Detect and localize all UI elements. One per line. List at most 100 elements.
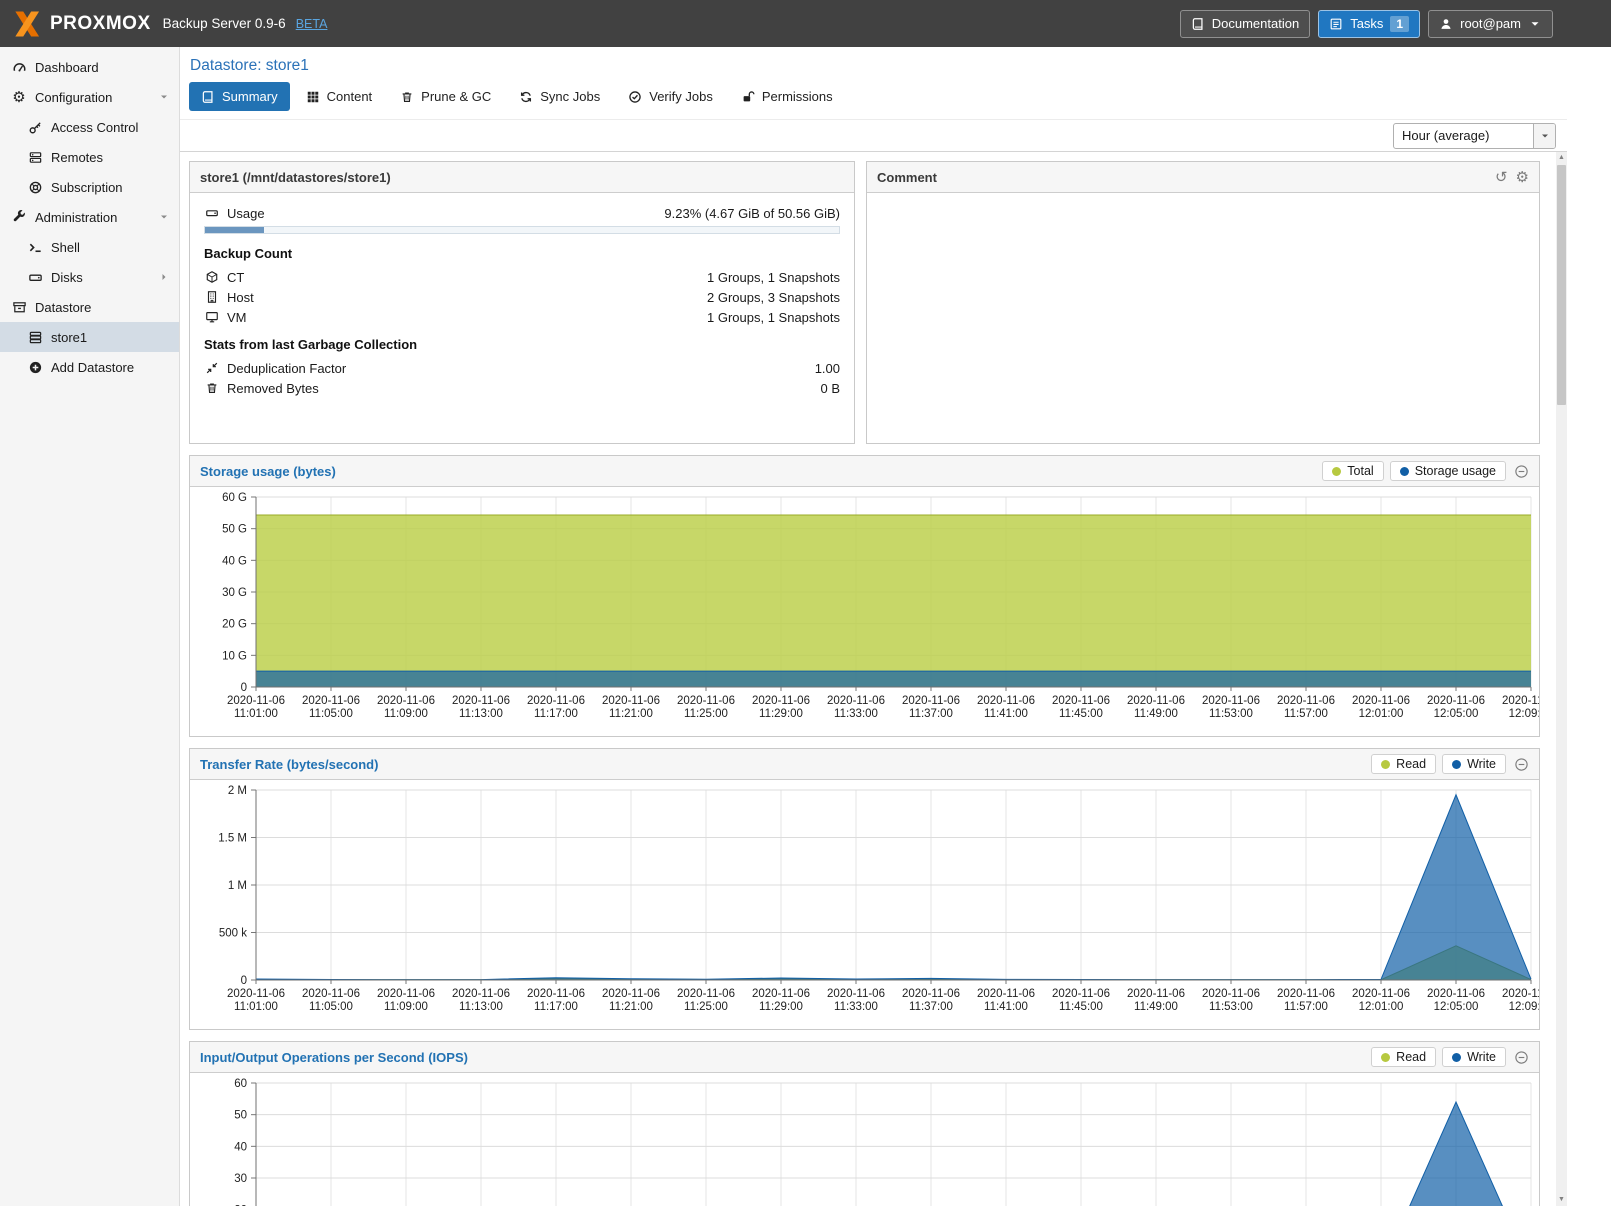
- tab-label: Prune & GC: [421, 89, 491, 104]
- svg-text:2020-11-06: 2020-11-06: [1352, 695, 1410, 707]
- transfer-rate-chart: 0500 k1 M1.5 M2 M2020-11-0611:01:002020-…: [190, 780, 1539, 1029]
- scroll-down-arrow-icon[interactable]: ▼: [1556, 1194, 1567, 1206]
- sidebar-item-datastore[interactable]: Datastore: [0, 292, 179, 322]
- trash-icon: [400, 90, 414, 104]
- cube-icon: [204, 270, 220, 284]
- timeframe-select[interactable]: Hour (average): [1393, 123, 1556, 149]
- tab-verify-jobs[interactable]: Verify Jobs: [616, 82, 725, 111]
- collapse-icon[interactable]: [1514, 1050, 1529, 1065]
- vertical-scrollbar[interactable]: ▲ ▼: [1556, 152, 1567, 1206]
- svg-text:2020-11-06: 2020-11-06: [527, 988, 585, 1000]
- scroll-up-arrow-icon[interactable]: ▲: [1556, 152, 1567, 164]
- svg-text:2020-11-06: 2020-11-06: [227, 988, 285, 1000]
- caret-right-icon: [158, 271, 170, 283]
- database-icon: [27, 330, 43, 345]
- beta-link[interactable]: BETA: [296, 17, 328, 31]
- svg-text:2020-11-06: 2020-11-06: [227, 695, 285, 707]
- grid-icon: [306, 90, 320, 104]
- comment-panel: Comment ↺ ⚙: [866, 161, 1540, 444]
- svg-text:0: 0: [241, 975, 247, 987]
- hdd-icon: [27, 270, 43, 285]
- sidebar-item-label: Subscription: [51, 180, 123, 195]
- svg-text:1.5 M: 1.5 M: [218, 833, 247, 845]
- tab-label: Summary: [222, 89, 278, 104]
- svg-text:2020-11-06: 2020-11-06: [602, 988, 660, 1000]
- sidebar-item-label: Add Datastore: [51, 360, 134, 375]
- plus-circle-icon: [27, 360, 43, 375]
- tab-content[interactable]: Content: [294, 82, 385, 111]
- tab-label: Permissions: [762, 89, 833, 104]
- svg-text:500 k: 500 k: [219, 928, 247, 940]
- combo-caret-icon: [1533, 124, 1555, 148]
- scrollbar-thumb[interactable]: [1557, 165, 1566, 405]
- chart-title: Input/Output Operations per Second (IOPS…: [200, 1050, 468, 1065]
- svg-text:11:13:00: 11:13:00: [459, 1001, 503, 1013]
- sidebar-item-add-datastore[interactable]: Add Datastore: [0, 352, 179, 382]
- sidebar-item-store1[interactable]: store1: [0, 322, 179, 352]
- svg-text:30: 30: [234, 1173, 247, 1185]
- legend-read[interactable]: Read: [1371, 1047, 1436, 1067]
- sidebar-item-access-control[interactable]: Access Control: [0, 112, 179, 142]
- tab-sync-jobs[interactable]: Sync Jobs: [507, 82, 612, 111]
- legend-read[interactable]: Read: [1371, 754, 1436, 774]
- svg-text:2020-11-06: 2020-11-06: [1427, 988, 1485, 1000]
- tab-permissions[interactable]: Permissions: [729, 82, 845, 111]
- sidebar-item-shell[interactable]: Shell: [0, 232, 179, 262]
- legend-dot: [1381, 760, 1390, 769]
- trash-icon: [204, 381, 220, 395]
- transfer-rate-chart-panel: Transfer Rate (bytes/second) ReadWrite 0…: [189, 748, 1540, 1030]
- svg-text:2020-11-06: 2020-11-06: [602, 695, 660, 707]
- chart-title: Storage usage (bytes): [200, 464, 336, 479]
- iops-chart-panel: Input/Output Operations per Second (IOPS…: [189, 1041, 1540, 1206]
- svg-text:2020-11-06: 2020-11-06: [1502, 988, 1539, 1000]
- svg-text:2020-11-06: 2020-11-06: [1052, 695, 1110, 707]
- svg-text:11:05:00: 11:05:00: [309, 1001, 353, 1013]
- collapse-icon[interactable]: [1514, 464, 1529, 479]
- svg-text:11:57:00: 11:57:00: [1284, 1001, 1328, 1013]
- caret-down-icon: [158, 91, 170, 103]
- svg-text:2020-11-06: 2020-11-06: [1427, 695, 1485, 707]
- user-menu-button[interactable]: root@pam: [1428, 10, 1553, 38]
- revert-icon[interactable]: ↺: [1495, 170, 1508, 185]
- svg-text:2020-11-06: 2020-11-06: [752, 695, 810, 707]
- svg-text:2020-11-06: 2020-11-06: [977, 988, 1035, 1000]
- tab-label: Content: [327, 89, 373, 104]
- content-area: store1 (/mnt/datastores/store1) Usage 9.…: [180, 152, 1567, 1206]
- sidebar-item-configuration[interactable]: ⚙Configuration: [0, 82, 179, 112]
- topbar-actions: Documentation Tasks 1 root@pam: [1180, 10, 1553, 38]
- tasks-button[interactable]: Tasks 1: [1318, 10, 1420, 38]
- gauge-icon: [11, 60, 27, 75]
- usage-row: Usage 9.23% (4.67 GiB of 50.56 GiB): [204, 203, 840, 223]
- tab-summary[interactable]: Summary: [189, 82, 290, 111]
- legend-write[interactable]: Write: [1442, 1047, 1506, 1067]
- sidebar-item-label: Configuration: [35, 90, 112, 105]
- svg-text:2020-11-06: 2020-11-06: [452, 988, 510, 1000]
- tab-label: Verify Jobs: [649, 89, 713, 104]
- svg-text:11:21:00: 11:21:00: [609, 708, 653, 720]
- svg-text:2020-11-06: 2020-11-06: [827, 695, 885, 707]
- svg-text:11:57:00: 11:57:00: [1284, 708, 1328, 720]
- sidebar-item-subscription[interactable]: Subscription: [0, 172, 179, 202]
- storage-usage-chart-panel: Storage usage (bytes) Total Storage usage…: [189, 455, 1540, 737]
- svg-text:11:49:00: 11:49:00: [1134, 1001, 1178, 1013]
- sidebar-item-disks[interactable]: Disks: [0, 262, 179, 292]
- legend-write[interactable]: Write: [1442, 754, 1506, 774]
- sync-icon: [519, 90, 533, 104]
- sidebar-item-remotes[interactable]: Remotes: [0, 142, 179, 172]
- sidebar-item-label: Disks: [51, 270, 83, 285]
- gc-stats-heading: Stats from last Garbage Collection: [204, 337, 840, 352]
- legend-storage-usage[interactable]: Storage usage: [1390, 461, 1506, 481]
- wrench-icon: [11, 210, 27, 225]
- gear-icon[interactable]: ⚙: [1516, 170, 1529, 185]
- svg-text:2020-11-06: 2020-11-06: [527, 695, 585, 707]
- legend-total[interactable]: Total: [1322, 461, 1383, 481]
- svg-text:11:37:00: 11:37:00: [909, 1001, 953, 1013]
- sidebar-item-administration[interactable]: Administration: [0, 202, 179, 232]
- svg-text:2020-11-06: 2020-11-06: [302, 988, 360, 1000]
- sidebar-item-dashboard[interactable]: Dashboard: [0, 52, 179, 82]
- tab-prune-gc[interactable]: Prune & GC: [388, 82, 503, 111]
- collapse-icon[interactable]: [1514, 757, 1529, 772]
- svg-text:10 G: 10 G: [222, 650, 247, 662]
- documentation-button[interactable]: Documentation: [1180, 10, 1310, 38]
- server-icon: [27, 150, 43, 165]
